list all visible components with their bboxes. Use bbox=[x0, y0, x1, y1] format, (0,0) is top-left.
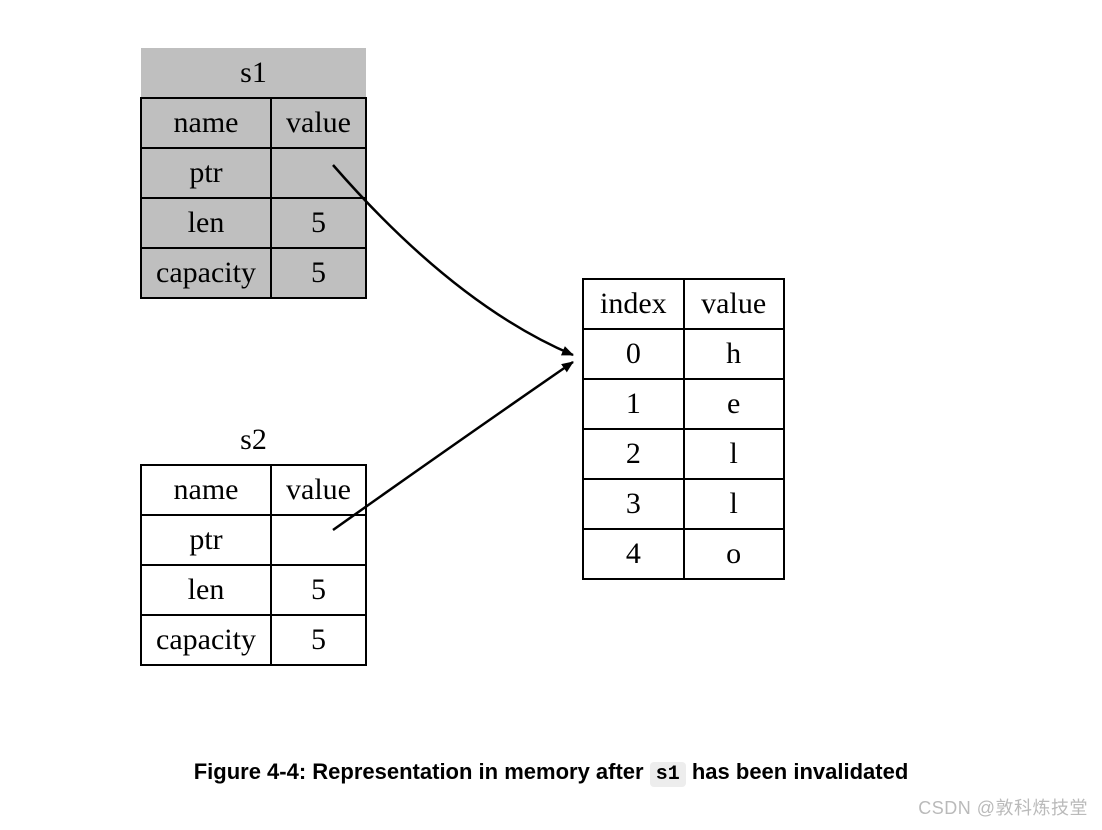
struct-s1-table: s1 name value ptr len 5 capacity 5 bbox=[140, 48, 367, 299]
heap-row1-index: 1 bbox=[583, 379, 684, 429]
table-row: 0 h bbox=[583, 329, 784, 379]
heap-row0-value: h bbox=[684, 329, 784, 379]
table-row: len 5 bbox=[141, 198, 366, 248]
figure-caption: Figure 4-4: Representation in memory aft… bbox=[0, 759, 1102, 786]
s2-row1-name: len bbox=[141, 565, 271, 615]
s1-header-value: value bbox=[271, 98, 366, 148]
heap-row0-index: 0 bbox=[583, 329, 684, 379]
s2-row1-value: 5 bbox=[271, 565, 366, 615]
caption-prefix: Figure 4-4: Representation in memory aft… bbox=[194, 759, 650, 784]
heap-row1-value: e bbox=[684, 379, 784, 429]
heap-row2-value: l bbox=[684, 429, 784, 479]
heap-header-value: value bbox=[684, 279, 784, 329]
s1-row1-name: len bbox=[141, 198, 271, 248]
s1-row1-value: 5 bbox=[271, 198, 366, 248]
table-row: 4 o bbox=[583, 529, 784, 579]
table-row: len 5 bbox=[141, 565, 366, 615]
table-row: ptr bbox=[141, 148, 366, 198]
s2-row2-name: capacity bbox=[141, 615, 271, 665]
s1-row2-name: capacity bbox=[141, 248, 271, 298]
heap-row3-index: 3 bbox=[583, 479, 684, 529]
table-row: capacity 5 bbox=[141, 615, 366, 665]
table-row: 1 e bbox=[583, 379, 784, 429]
s1-row0-value bbox=[271, 148, 366, 198]
caption-code: s1 bbox=[650, 762, 686, 787]
heap-row3-value: l bbox=[684, 479, 784, 529]
heap-table: index value 0 h 1 e 2 l 3 l 4 o bbox=[582, 278, 785, 580]
s1-row0-name: ptr bbox=[141, 148, 271, 198]
watermark-text: CSDN @敦科炼技堂 bbox=[918, 794, 1088, 820]
caption-suffix: has been invalidated bbox=[692, 759, 908, 784]
heap-row2-index: 2 bbox=[583, 429, 684, 479]
s1-header-name: name bbox=[141, 98, 271, 148]
s2-row0-value bbox=[271, 515, 366, 565]
heap-row4-index: 4 bbox=[583, 529, 684, 579]
arrow-s1-ptr bbox=[333, 165, 573, 355]
s2-row2-value: 5 bbox=[271, 615, 366, 665]
struct-s1-title: s1 bbox=[141, 48, 366, 98]
table-row: 3 l bbox=[583, 479, 784, 529]
s2-header-name: name bbox=[141, 465, 271, 515]
s2-header-value: value bbox=[271, 465, 366, 515]
table-row: capacity 5 bbox=[141, 248, 366, 298]
heap-row4-value: o bbox=[684, 529, 784, 579]
memory-diagram: s1 name value ptr len 5 capacity 5 s2 na… bbox=[0, 0, 1102, 830]
heap-header-index: index bbox=[583, 279, 684, 329]
arrow-s2-ptr bbox=[333, 362, 573, 530]
s2-row0-name: ptr bbox=[141, 515, 271, 565]
struct-s2-title: s2 bbox=[141, 415, 366, 465]
table-row: 2 l bbox=[583, 429, 784, 479]
s1-row2-value: 5 bbox=[271, 248, 366, 298]
struct-s2-table: s2 name value ptr len 5 capacity 5 bbox=[140, 415, 367, 666]
table-row: ptr bbox=[141, 515, 366, 565]
